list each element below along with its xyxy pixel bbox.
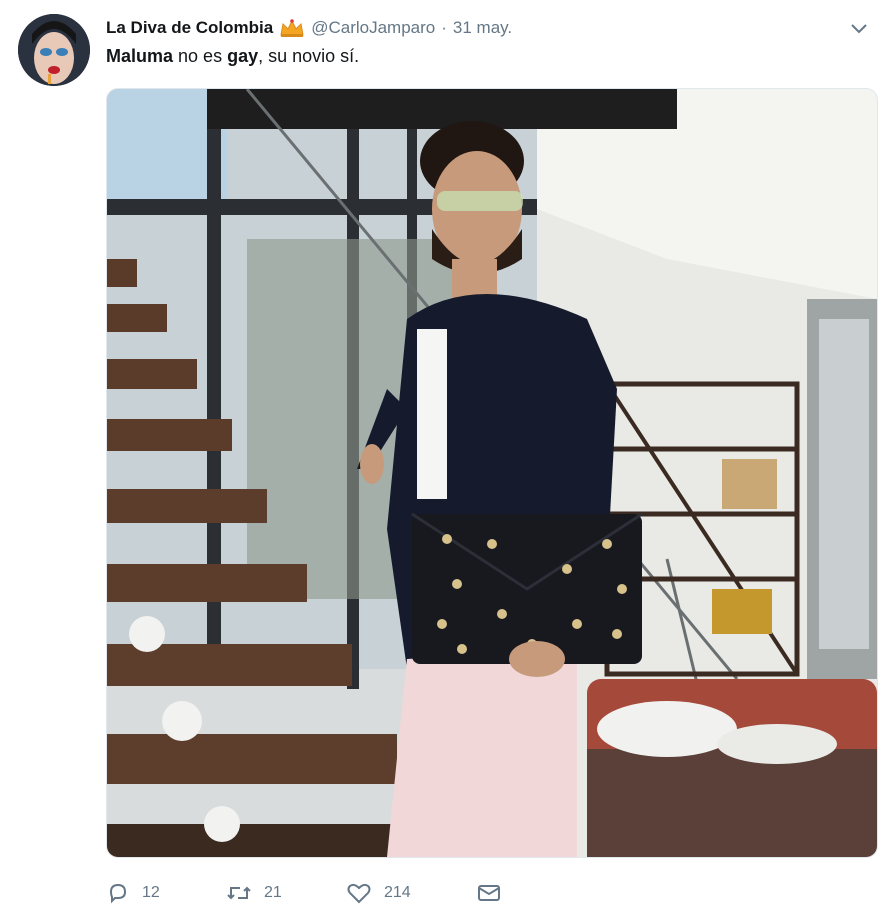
like-button[interactable]: 214 xyxy=(346,881,476,905)
tweet: La Diva de Colombia @CarloJamparo · 31 m… xyxy=(0,0,890,918)
tweet-text-bold: gay xyxy=(227,46,259,66)
crown-icon xyxy=(279,18,305,38)
tweet-date[interactable]: 31 may. xyxy=(453,18,512,38)
like-icon xyxy=(347,883,371,904)
like-count: 214 xyxy=(384,884,411,901)
tweet-text-plain: no es xyxy=(173,46,228,66)
avatar-image xyxy=(18,14,90,86)
message-icon xyxy=(478,885,500,901)
photo-image xyxy=(107,89,877,857)
reply-icon xyxy=(109,883,127,904)
tweet-text-plain: , su novio sí. xyxy=(258,46,360,66)
tweet-photo[interactable] xyxy=(106,88,878,858)
reply-count: 12 xyxy=(142,884,160,901)
tweet-header: La Diva de Colombia @CarloJamparo · 31 m… xyxy=(106,14,870,42)
retweet-button[interactable]: 21 xyxy=(226,881,346,905)
retweet-count: 21 xyxy=(264,884,282,901)
tweet-actions: 12 21 214 xyxy=(106,878,514,908)
message-button[interactable] xyxy=(476,881,514,905)
separator: · xyxy=(441,18,447,37)
reply-button[interactable]: 12 xyxy=(106,881,226,905)
avatar[interactable] xyxy=(18,14,90,86)
tweet-text: Maluma no es gay, su novio sí. xyxy=(106,46,359,67)
author-handle[interactable]: @CarloJamparo xyxy=(311,18,435,38)
retweet-icon xyxy=(227,886,251,900)
author-name[interactable]: La Diva de Colombia xyxy=(106,18,273,38)
chevron-down-icon[interactable] xyxy=(848,17,870,39)
tweet-text-bold: Maluma xyxy=(106,46,174,66)
